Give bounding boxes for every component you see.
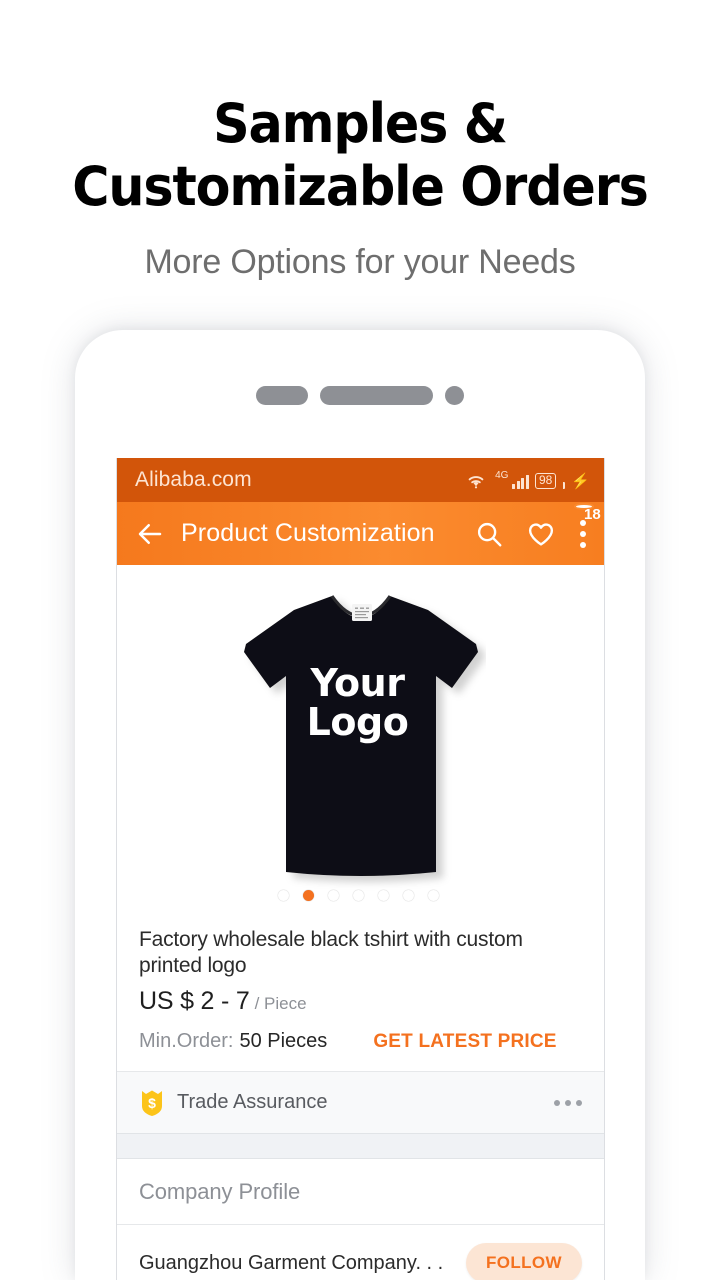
logo-line-1: Your <box>310 661 405 705</box>
status-bar-brand: Alibaba.com <box>135 468 252 491</box>
price-unit: / Piece <box>254 994 307 1013</box>
earpiece-speaker-icon <box>320 385 433 405</box>
gallery-dot-2[interactable] <box>328 890 339 901</box>
gallery-dot-4[interactable] <box>378 890 389 901</box>
status-bar-icons: 4G 98 ⚡ <box>465 469 590 490</box>
page-title: Product Customization <box>181 519 435 547</box>
logo-line-2: Logo <box>306 700 409 744</box>
section-spacer <box>117 1134 604 1159</box>
heart-icon[interactable] <box>526 519 556 549</box>
company-profile-title: Company Profile <box>139 1178 301 1204</box>
company-name: Guangzhou Garment Company. . . <box>139 1251 444 1274</box>
gallery-pagination-dots[interactable] <box>117 890 604 901</box>
kebab-dot <box>580 541 586 548</box>
promo-subtitle: More Options for your Needs <box>144 243 576 281</box>
trade-assurance-shield-icon: $ <box>142 1090 162 1116</box>
status-bar: Alibaba.com 4G 98 ⚡ <box>117 458 604 502</box>
kebab-dot <box>580 530 586 537</box>
battery-level-label: 98 <box>538 473 553 487</box>
app-bar-actions: 18 <box>474 502 601 551</box>
proximity-sensor-icon <box>256 385 308 405</box>
signal-bars-icon <box>512 474 529 489</box>
gallery-dot-1[interactable] <box>303 890 314 901</box>
phone-top-bezel <box>75 330 645 460</box>
product-info: Factory wholesale black tshirt with cust… <box>117 913 604 1072</box>
phone-screen: Alibaba.com 4G 98 ⚡ Product Customizatio… <box>116 458 605 1280</box>
battery-tip-icon <box>563 481 566 489</box>
promo-page: Samples & Customizable Orders More Optio… <box>0 0 720 1280</box>
back-arrow-icon[interactable] <box>135 519 165 549</box>
promo-title-line-2: Customizable Orders <box>72 155 649 218</box>
gallery-dot-5[interactable] <box>403 890 414 901</box>
wifi-icon <box>468 475 484 488</box>
app-bar: Product Customization 18 <box>117 502 604 565</box>
svg-text:$: $ <box>148 1095 156 1111</box>
promo-title-line-1: Samples & <box>213 92 508 155</box>
gallery-dot-6[interactable] <box>428 890 439 901</box>
charging-bolt-icon: ⚡ <box>571 472 590 490</box>
product-gallery[interactable]: Your Logo <box>117 565 604 913</box>
min-order-row: Min.Order: 50 Pieces GET LATEST PRICE <box>139 1030 582 1053</box>
company-row[interactable]: Guangzhou Garment Company. . . FOLLOW <box>117 1225 604 1280</box>
trade-assurance-row[interactable]: $ Trade Assurance <box>117 1072 604 1134</box>
network-type-label: 4G <box>495 469 509 481</box>
min-order-label: Min.Order: <box>139 1030 234 1052</box>
gallery-dot-3[interactable] <box>353 890 364 901</box>
get-latest-price-button[interactable]: GET LATEST PRICE <box>373 1031 556 1053</box>
trade-assurance-label: Trade Assurance <box>177 1091 328 1113</box>
search-icon[interactable] <box>474 519 504 549</box>
product-price: US $ 2 - 7 <box>139 987 250 1015</box>
phone-mockup: Alibaba.com 4G 98 ⚡ Product Customizatio… <box>75 330 645 1280</box>
min-order-value: 50 Pieces <box>239 1030 328 1052</box>
promo-title: Samples & Customizable Orders <box>22 0 699 218</box>
gallery-dot-0[interactable] <box>278 890 289 901</box>
notification-badge: 18 <box>574 502 601 523</box>
price-row: US $ 2 - 7 / Piece <box>139 987 582 1016</box>
kebab-menu-icon[interactable]: 18 <box>574 502 601 551</box>
product-title: Factory wholesale black tshirt with cust… <box>139 928 523 977</box>
front-camera-icon <box>445 385 464 405</box>
follow-button[interactable]: FOLLOW <box>465 1243 582 1280</box>
tshirt-image: Your Logo <box>236 584 486 894</box>
tshirt-logo-text: Your Logo <box>236 664 486 742</box>
promo-header: Samples & Customizable Orders More Optio… <box>0 0 720 282</box>
battery-icon: 98 <box>534 472 557 489</box>
company-profile-header: Company Profile <box>117 1159 604 1225</box>
ellipsis-icon[interactable] <box>554 1099 582 1106</box>
